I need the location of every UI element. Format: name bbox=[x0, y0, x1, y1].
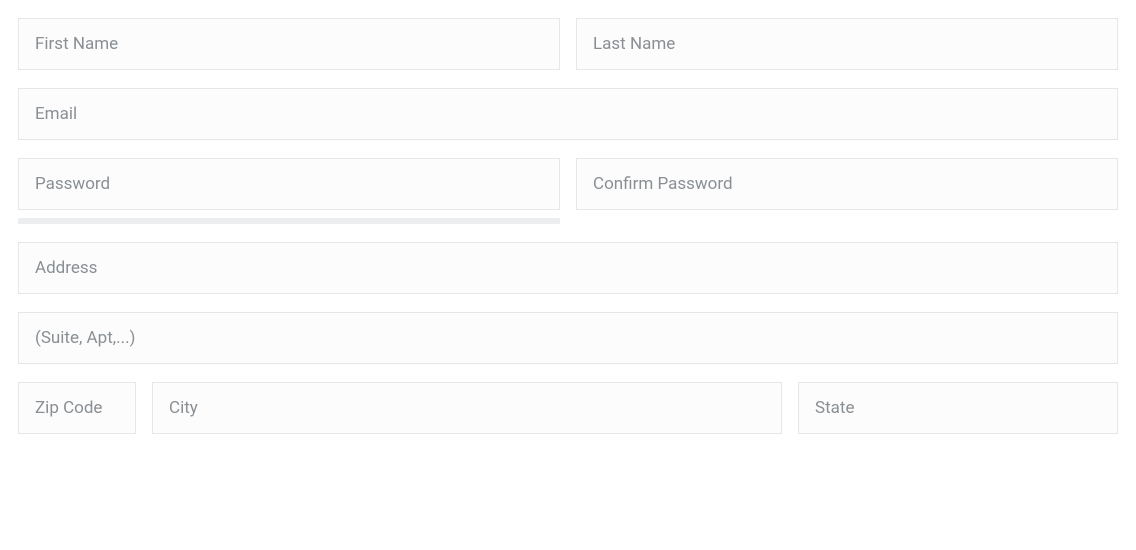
state-input[interactable] bbox=[798, 382, 1118, 434]
location-row bbox=[18, 382, 1118, 434]
address-row bbox=[18, 242, 1118, 294]
email-input[interactable] bbox=[18, 88, 1118, 140]
registration-form bbox=[18, 18, 1118, 434]
address2-row bbox=[18, 312, 1118, 364]
name-row bbox=[18, 18, 1118, 70]
city-input[interactable] bbox=[152, 382, 782, 434]
first-name-input[interactable] bbox=[18, 18, 560, 70]
password-input[interactable] bbox=[18, 158, 560, 210]
address-input[interactable] bbox=[18, 242, 1118, 294]
address2-input[interactable] bbox=[18, 312, 1118, 364]
last-name-input[interactable] bbox=[576, 18, 1118, 70]
zip-code-input[interactable] bbox=[18, 382, 136, 434]
password-strength-bar bbox=[18, 218, 560, 224]
confirm-password-input[interactable] bbox=[576, 158, 1118, 210]
email-row bbox=[18, 88, 1118, 140]
password-row bbox=[18, 158, 1118, 210]
